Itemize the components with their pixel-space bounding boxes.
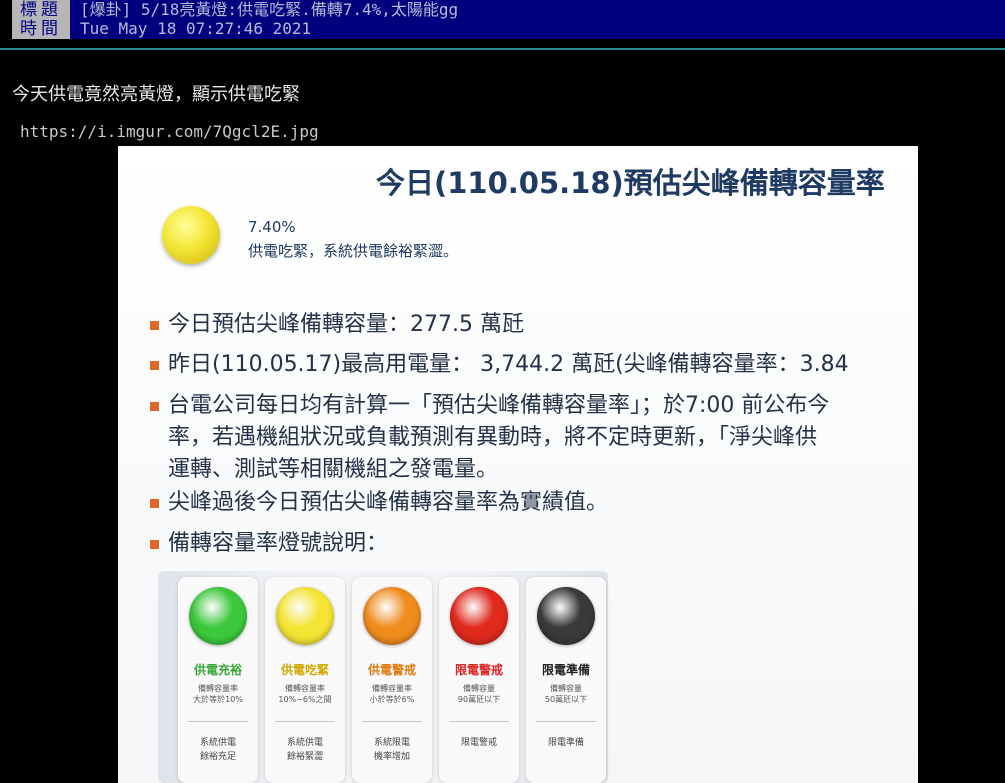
embedded-image: 今日(110.05.18)預估尖峰備轉容量率 7.40% 供電吃緊，系統供電餘裕… — [118, 146, 918, 783]
bullet-icon — [150, 321, 159, 330]
light-rule: 備轉容量 — [463, 684, 495, 693]
bullet-icon — [150, 540, 159, 549]
bullet-calculation-3: 運轉、測試等相關機組之發電量。 — [168, 457, 499, 482]
light-note: 限電準備 — [547, 738, 584, 748]
bullet-yesterday: 昨日(110.05.17)最高用電量： 3,744.2 萬瓩(尖峰備轉容量率：3… — [168, 352, 849, 377]
status-percent: 7.40% — [248, 218, 296, 236]
light-card: 供電充裕備轉容量率大於等於10% 系統供電餘裕充足 — [178, 577, 258, 783]
light-note: 系統限電 — [373, 738, 410, 748]
post-title: [爆卦] 5/18亮黃燈:供電吃緊.備轉7.4%,太陽能gg — [80, 0, 459, 19]
light-divider — [362, 721, 422, 722]
bullet-calculation-1: 台電公司每日均有計算一「預估尖峰備轉容量率」；於7:00 前公布今 — [168, 393, 830, 418]
light-name: 供電吃緊 — [280, 663, 329, 677]
post-content: 今天供電竟然亮黃燈，顯示供電吃緊 — [12, 84, 300, 105]
light-name: 限電準備 — [541, 663, 590, 677]
bullet-icon — [150, 499, 159, 508]
light-divider — [188, 721, 248, 722]
signal-light-icon — [450, 587, 508, 645]
light-note: 系統供電 — [199, 738, 236, 748]
bullet-legend-title: 備轉容量率燈號說明： — [168, 531, 389, 556]
signal-light-icon — [189, 587, 247, 645]
light-card: 限電警戒 備轉容量 90萬瓩以下 限電警戒 — [439, 577, 519, 783]
bullet-calculation-2: 率，若遇機組狀況或負載預測有異動時，將不定時更新，「淨尖峰供 — [168, 425, 818, 450]
light-note: 機率增加 — [373, 752, 410, 762]
time-label: 時間 — [12, 19, 70, 39]
signal-light-icon — [537, 587, 595, 645]
light-rule: 備轉容量率 — [198, 684, 238, 693]
light-divider — [536, 721, 596, 722]
bullet-icon — [150, 402, 159, 411]
image-link[interactable]: https://i.imgur.com/7Qgcl2E.jpg — [20, 122, 319, 141]
light-note: 餘裕充足 — [199, 752, 236, 762]
bullet-capacity: 今日預估尖峰備轉容量：277.5 萬瓩 — [168, 312, 524, 337]
bullet-icon — [150, 361, 159, 370]
light-note: 餘裕緊澀 — [286, 752, 323, 762]
bullet-peak: 尖峰過後今日預估尖峰備轉容量率為實績值。 — [168, 490, 609, 515]
light-card: 供電警戒備轉容量率小於等於6% 系統限電機率增加 — [352, 577, 432, 783]
post-time: Tue May 18 07:27:46 2021 — [80, 19, 312, 38]
header-divider — [0, 48, 1005, 50]
light-name: 供電警戒 — [367, 663, 416, 677]
yellow-light-icon — [162, 206, 220, 264]
light-divider — [275, 721, 335, 722]
light-card: 限電準備 備轉容量 50萬瓩以下 限電準備 — [526, 577, 606, 783]
status-description: 供電吃緊，系統供電餘裕緊澀。 — [248, 242, 459, 260]
light-name: 供電充裕 — [193, 663, 242, 677]
signal-light-icon — [363, 587, 421, 645]
light-rule: 90萬瓩以下 — [457, 695, 501, 704]
light-divider — [449, 721, 509, 722]
light-rule: 備轉容量率 — [372, 684, 412, 693]
title-label: 標題 — [12, 0, 70, 20]
infographic-title: 今日(110.05.18)預估尖峰備轉容量率 — [376, 166, 885, 200]
light-note: 系統供電 — [286, 738, 323, 748]
traffic-lights-panel: 供電充裕備轉容量率大於等於10% 系統供電餘裕充足 供電吃緊備轉容量率 10%~6%之… — [158, 571, 608, 783]
light-note: 限電警戒 — [460, 738, 497, 748]
light-card: 供電吃緊備轉容量率 10%~6%之間 系統供電餘裕緊澀 — [265, 577, 345, 783]
light-rule: 50萬瓩以下 — [544, 695, 588, 704]
signal-light-icon — [276, 587, 334, 645]
light-rule: 10%~6%之間 — [278, 695, 332, 704]
light-rule: 備轉容量 — [550, 684, 582, 693]
light-rule: 小於等於6% — [369, 695, 415, 704]
light-rule: 備轉容量率 — [285, 684, 325, 693]
light-rule: 大於等於10% — [193, 695, 243, 704]
light-name: 限電警戒 — [454, 663, 503, 677]
